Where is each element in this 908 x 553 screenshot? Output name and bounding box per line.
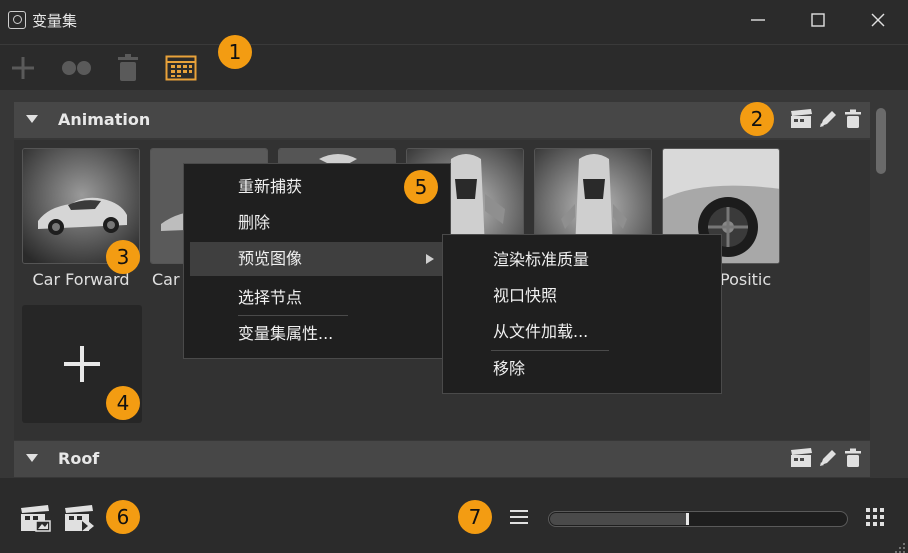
scrollbar-thumb[interactable] <box>876 108 886 174</box>
render-all-button[interactable] <box>20 504 52 536</box>
maximize-icon <box>811 13 825 27</box>
close-icon <box>871 13 885 27</box>
table-view-button[interactable] <box>164 53 198 83</box>
add-button[interactable] <box>8 53 38 83</box>
minimize-icon <box>751 19 765 21</box>
resize-grip-icon[interactable] <box>894 539 906 553</box>
vertical-scrollbar[interactable] <box>874 104 888 434</box>
app-icon <box>8 11 26 29</box>
toolbar <box>0 44 908 90</box>
group-name: Roof <box>58 449 100 468</box>
annotation-badge: 7 <box>458 500 492 534</box>
collapse-triangle-icon[interactable] <box>26 115 38 123</box>
clapperboard-forward-icon <box>65 505 94 531</box>
clapperboard-icon[interactable] <box>790 448 812 468</box>
menu-item-render-standard[interactable]: 渲染标准质量 <box>443 243 721 277</box>
annotation-badge: 3 <box>106 240 140 274</box>
trash-icon[interactable] <box>844 448 862 468</box>
list-view-button[interactable] <box>508 508 530 530</box>
thumbnail-label: Positic <box>720 270 772 289</box>
list-icon <box>510 510 528 524</box>
clapperboard-icon[interactable] <box>790 109 812 129</box>
menu-item-remove[interactable]: 移除 <box>443 352 721 386</box>
render-next-button[interactable] <box>64 504 96 536</box>
thumbnail-label: Car Forward <box>32 270 130 289</box>
delete-button[interactable] <box>114 53 142 83</box>
menu-item-select-nodes[interactable]: 选择节点 <box>184 281 450 315</box>
trash-icon <box>118 54 138 81</box>
thumbnail-size-slider[interactable] <box>548 511 848 527</box>
grid-view-button[interactable] <box>864 506 886 532</box>
annotation-badge: 4 <box>106 386 140 420</box>
annotation-badge: 6 <box>106 500 140 534</box>
edit-pencil-icon[interactable] <box>818 109 838 129</box>
slider-fill <box>550 513 687 525</box>
title-bar: 变量集 <box>0 0 908 44</box>
grid-dots-icon <box>866 508 884 526</box>
trash-icon[interactable] <box>844 109 862 129</box>
dots-icon <box>62 61 91 75</box>
annotation-badge: 1 <box>218 35 252 69</box>
plus-icon <box>12 57 34 79</box>
table-icon <box>165 55 197 81</box>
maximize-button[interactable] <box>788 0 848 40</box>
menu-item-delete[interactable]: 删除 <box>184 206 450 240</box>
collapse-triangle-icon[interactable] <box>26 454 38 462</box>
group-name: Animation <box>58 110 151 129</box>
plus-icon <box>64 346 100 382</box>
window-title: 变量集 <box>32 12 78 30</box>
link-button[interactable] <box>58 53 94 83</box>
edit-pencil-icon[interactable] <box>818 448 838 468</box>
menu-item-viewport-snapshot[interactable]: 视口快照 <box>443 279 721 313</box>
close-button[interactable] <box>848 0 908 40</box>
menu-item-preview-image[interactable]: 预览图像 <box>190 242 444 276</box>
menu-separator <box>238 315 348 316</box>
clapperboard-image-icon <box>21 505 51 532</box>
slider-handle[interactable] <box>686 513 689 525</box>
minimize-button[interactable] <box>728 0 788 40</box>
menu-item-load-from-file[interactable]: 从文件加载... <box>443 315 721 349</box>
group-header-roof[interactable]: Roof <box>14 441 870 477</box>
menu-separator <box>491 350 609 351</box>
menu-item-properties[interactable]: 变量集属性... <box>184 317 450 351</box>
annotation-badge: 5 <box>404 170 438 204</box>
submenu: 渲染标准质量 视口快照 从文件加载... 移除 <box>442 234 722 394</box>
submenu-arrow-icon <box>426 254 434 264</box>
menu-item-label: 预览图像 <box>238 249 303 268</box>
annotation-badge: 2 <box>740 102 774 136</box>
